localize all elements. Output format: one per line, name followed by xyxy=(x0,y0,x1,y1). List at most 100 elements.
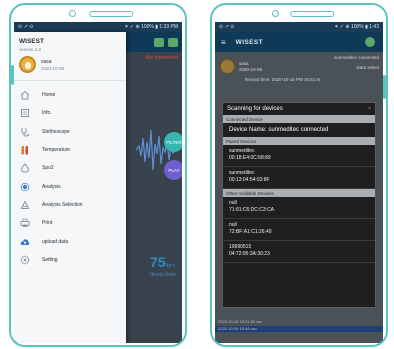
screen-left: ⊙ ↗ ⊙ ✶ ✓ ⊕ 100% ▮ 1:33 PM Not connected… xyxy=(14,22,182,343)
file-list-item[interactable]: 2020-10-15 15:51:52.csv xyxy=(215,319,383,325)
other-devices-header: Other Available Devices xyxy=(223,189,375,197)
power-button xyxy=(383,75,386,99)
app-toolbar: ≡ WISEST xyxy=(215,32,383,52)
cloud-upload-icon xyxy=(20,237,30,247)
paired-device-item[interactable]: sunmeditec 00:18:E4:0C:68:89 xyxy=(223,145,375,167)
menu-item-label: Info. xyxy=(42,110,52,117)
device-mac: 72:BF:A1:C1:26:40 xyxy=(229,229,272,235)
bluetooth-icon[interactable] xyxy=(168,38,178,47)
dialog-title-bar: Scanning for devices × xyxy=(223,103,375,115)
oxygen-drop-icon xyxy=(20,163,30,173)
user-name: sasa xyxy=(239,61,249,66)
menu-item-label: Setting xyxy=(42,256,58,263)
menu-item-label: Home xyxy=(42,92,56,99)
available-device-item[interactable]: 19990515 04:72:95:3A:30:23 xyxy=(223,241,375,263)
heart-rate-value: 75 xyxy=(150,254,166,270)
menu-item-label: Temperature xyxy=(42,147,71,154)
paired-devices-header: Paired Devices xyxy=(223,137,375,145)
device-mac: 00:18:E4:0C:68:89 xyxy=(229,155,271,161)
analysis-selection-icon xyxy=(20,200,30,210)
status-right-info: ✶ ✓ ⊕ 100% ▮ 1:33 PM xyxy=(124,24,178,30)
status-bar: ⊙ ↗ ⊙ ✶ ✓ ⊕ 100% ▮ 1:43 xyxy=(215,22,383,32)
status-left-icons: ⊙ ↗ ⊙ xyxy=(18,24,34,30)
drawer-app-title: WISEST xyxy=(19,38,44,45)
drawer-version: version 4.2 xyxy=(19,47,42,52)
menu-item-label: Stethoscope xyxy=(42,128,70,135)
play-button-label: PLAY xyxy=(168,167,180,173)
file-list-item[interactable]: 2020-10-09 15:46.csv xyxy=(215,326,383,332)
menu-item-home[interactable]: Home xyxy=(14,86,126,104)
heart-rate-label: Hearts Rate xyxy=(149,272,176,278)
heart-rate-unit: bpm xyxy=(165,263,176,269)
drawer-user-name: sasa xyxy=(41,59,52,65)
menu-item-stethoscope[interactable]: Stethoscope xyxy=(14,123,126,141)
device-name: null xyxy=(229,200,237,206)
earpiece-speaker xyxy=(290,11,335,17)
camera-dot xyxy=(272,10,279,17)
device-name: sunmeditec xyxy=(229,170,255,176)
status-bar: ⊙ ↗ ⊙ ✶ ✓ ⊕ 100% ▮ 1:33 PM xyxy=(14,22,182,32)
user-date: 2020-10-08 xyxy=(239,67,263,72)
app-title: WISEST xyxy=(235,38,263,46)
thermometer-icon xyxy=(20,145,30,155)
battery-icon[interactable] xyxy=(154,38,164,47)
menu-item-upload-data[interactable]: upload data xyxy=(14,232,126,250)
home-icon xyxy=(20,90,30,100)
paired-device-item[interactable]: sunmeditec 00:13:04:54:03:8F xyxy=(223,167,375,189)
status-right-info: ✶ ✓ ⊕ 100% ▮ 1:43 xyxy=(334,24,379,30)
menu-item-label: upload data xyxy=(42,238,69,245)
phone-frame-left: ⊙ ↗ ⊙ ✶ ✓ ⊕ 100% ▮ 1:33 PM Not connected… xyxy=(9,3,187,347)
device-mac: 71:91:C6:DC:C3:CA xyxy=(229,207,275,213)
printer-icon xyxy=(20,218,30,228)
menu-item-label: Analysis xyxy=(42,183,61,190)
menu-item-info[interactable]: Info. xyxy=(14,104,126,122)
connected-device-header: Connected Device xyxy=(223,115,375,123)
phone-frame-right: ⊙ ↗ ⊙ ✶ ✓ ⊕ 100% ▮ 1:43 ≡ WISEST sunmedi… xyxy=(210,3,388,347)
scan-devices-dialog: Scanning for devices × Connected Device … xyxy=(222,102,376,308)
heart-rate-display: 75bpm Hearts Rate xyxy=(149,254,176,278)
device-name: sunmeditec xyxy=(229,148,255,154)
menu-item-analysis-selection[interactable]: Analysis Selection xyxy=(14,196,126,214)
connected-device-row[interactable]: Device Name: sunmeditec connected xyxy=(223,123,375,137)
bluetooth-icon[interactable] xyxy=(365,37,375,47)
earpiece-speaker xyxy=(89,11,134,17)
menu-item-label: Print xyxy=(42,220,53,227)
menu-item-analysis[interactable]: Analysis xyxy=(14,177,126,195)
dialog-title: Scanning for devices xyxy=(227,106,283,112)
drawer-user-date: 2020-10-08 xyxy=(41,66,65,71)
menu-item-setting[interactable]: Setting xyxy=(14,251,126,269)
connection-status: sunmeditec connected xyxy=(333,55,379,60)
navigation-drawer: WISEST version 4.2 sasa 2020-10-08 Home … xyxy=(14,32,126,343)
available-device-item[interactable]: null 71:91:C6:DC:C3:CA xyxy=(223,197,375,219)
info-icon xyxy=(20,108,30,118)
screen-right: ⊙ ↗ ⊙ ✶ ✓ ⊕ 100% ▮ 1:43 ≡ WISEST sunmedi… xyxy=(215,22,383,343)
record-time: Record time: 2020-10-15 PM 16:51:m xyxy=(245,77,321,82)
menu-item-label: Spo2 xyxy=(42,165,54,172)
play-button[interactable]: PLAY xyxy=(164,160,182,180)
connection-status: Not connected xyxy=(145,55,178,61)
filter-button-label: FILTER xyxy=(166,139,182,145)
drawer-divider xyxy=(14,80,126,81)
data-select-dropdown[interactable]: Data select xyxy=(356,65,379,70)
avatar[interactable] xyxy=(19,56,36,73)
menu-item-print[interactable]: Print xyxy=(14,214,126,232)
drawer-menu: Home Info. Stethoscope Temperature Spo2 … xyxy=(14,86,126,269)
available-device-item[interactable]: null 72:BF:A1:C1:26:40 xyxy=(223,219,375,241)
device-mac: 00:13:04:54:03:8F xyxy=(229,177,270,183)
device-name: null xyxy=(229,222,237,228)
filter-button[interactable]: FILTER xyxy=(164,132,182,152)
device-name: 19990515 xyxy=(229,244,252,250)
gear-icon xyxy=(20,255,30,265)
toolbar-icons xyxy=(154,38,178,47)
menu-item-temperature[interactable]: Temperature xyxy=(14,141,126,159)
camera-dot xyxy=(69,10,76,17)
analysis-icon xyxy=(20,182,30,192)
device-mac: 04:72:95:3A:30:23 xyxy=(229,251,270,257)
menu-hamburger-icon[interactable]: ≡ xyxy=(221,38,226,47)
status-left-icons: ⊙ ↗ ⊙ xyxy=(219,24,235,30)
menu-item-label: Analysis Selection xyxy=(42,201,83,208)
avatar[interactable] xyxy=(220,59,235,74)
stethoscope-icon xyxy=(20,127,30,137)
menu-item-spo2[interactable]: Spo2 xyxy=(14,159,126,177)
close-icon[interactable]: × xyxy=(368,106,371,112)
